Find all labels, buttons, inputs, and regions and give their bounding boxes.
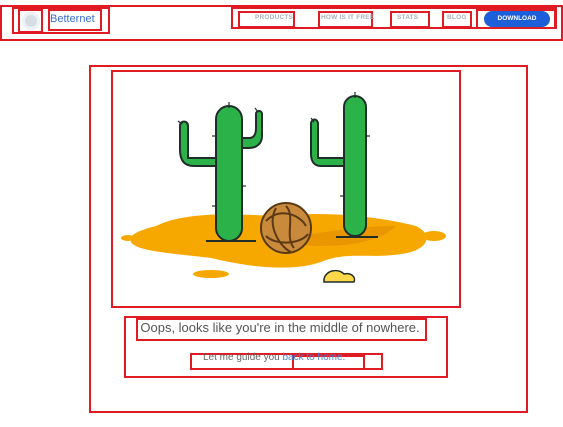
sand-patch [193,270,229,278]
sand-patch [121,235,135,241]
brand-link[interactable]: Betternet [50,13,95,25]
download-button[interactable]: DOWNLOAD [484,11,550,27]
nav-stats[interactable]: STATS [397,14,418,21]
nav-blog[interactable]: BLOG [447,14,467,21]
error-message: Oops, looks like you're in the middle of… [140,320,420,335]
sand-patch [422,231,446,241]
rocks [323,269,356,283]
nav-products[interactable]: PRODUCTS [255,14,293,21]
nav-how-is-it-free[interactable]: HOW IS IT FREE [321,14,374,21]
guide-text: Let me guide you back to home. [203,352,345,363]
logo-icon[interactable] [22,12,40,30]
tumbleweed [260,202,312,254]
cactus-404-illustration [121,92,446,283]
guide-prefix: Let me guide you [203,352,283,363]
back-to-home-link[interactable]: back to home. [283,352,346,363]
